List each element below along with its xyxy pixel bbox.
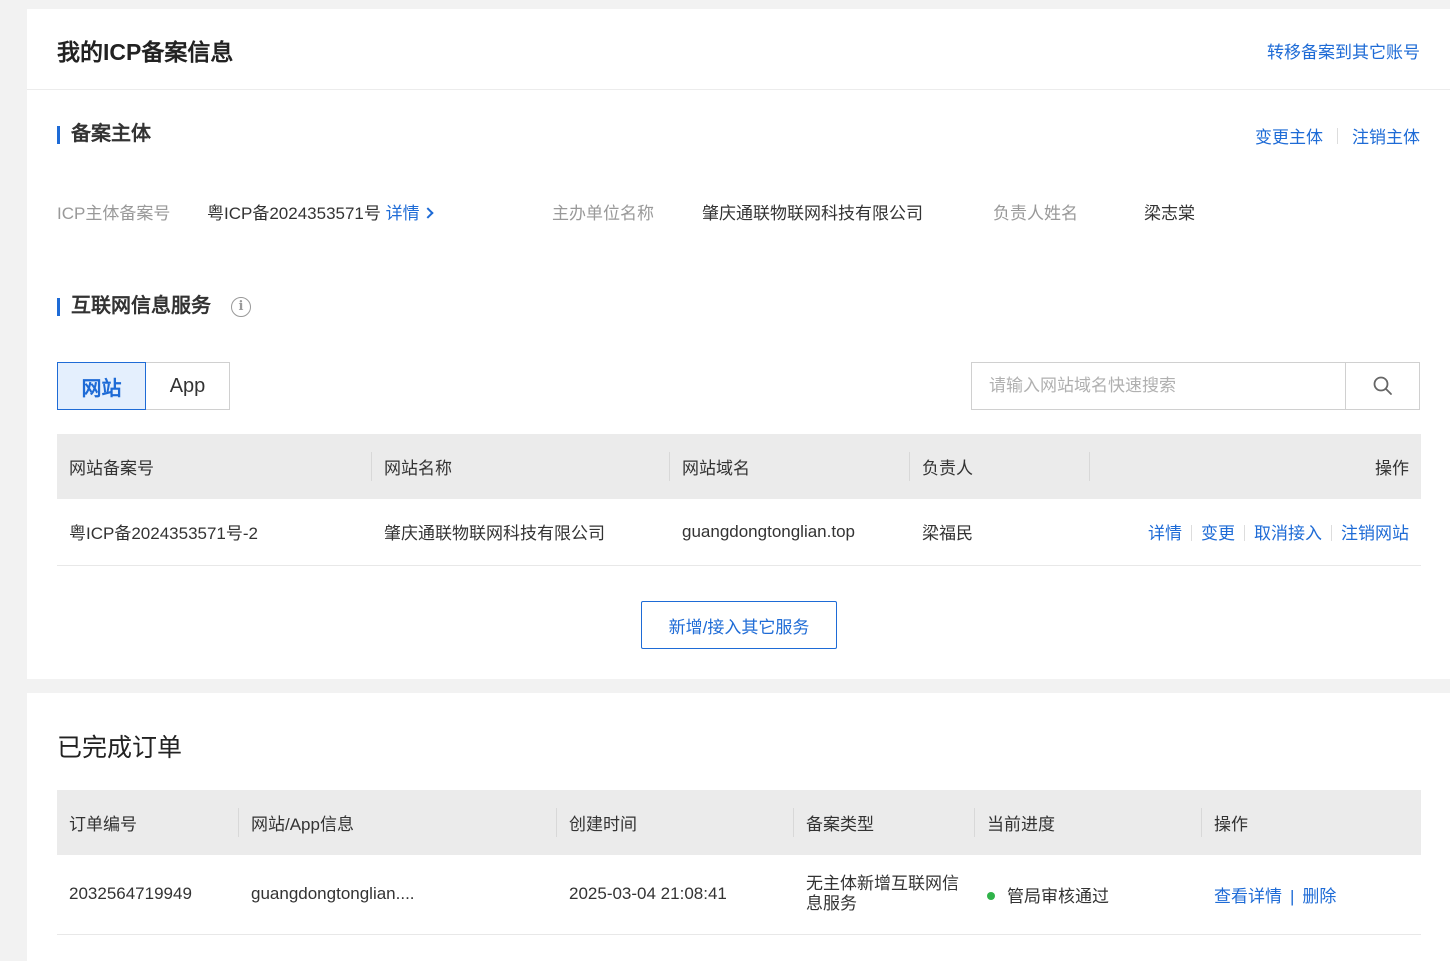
col-header-domain: 网站域名 — [670, 434, 910, 499]
org-value: 肇庆通联物联网科技有限公司 — [702, 204, 923, 223]
col-header-actions: 操作 — [1090, 434, 1421, 499]
tab-app[interactable]: App — [146, 362, 230, 410]
website-table: 网站备案号 网站名称 网站域名 负责人 操作 粤ICP备2024353571号-… — [57, 434, 1421, 566]
cell-created: 2025-03-04 21:08:41 — [557, 855, 794, 935]
icp-value: 粤ICP备2024353571号 详情 — [207, 199, 434, 224]
table-row: 粤ICP备2024353571号-2 肇庆通联物联网科技有限公司 guangdo… — [57, 499, 1421, 566]
site-change-link[interactable]: 变更 — [1201, 519, 1235, 544]
col-header-name: 网站名称 — [372, 434, 670, 499]
cell-type: 无主体新增互联网信息服务 — [794, 855, 975, 935]
col-header-status: 当前进度 — [975, 790, 1202, 855]
completed-orders-card: 已完成订单 订单编号 网站/App信息 创建时间 备案类型 当前进度 操作 20… — [27, 693, 1450, 961]
cell-site-name: 肇庆通联物联网科技有限公司 — [372, 499, 670, 566]
page-header: 我的ICP备案信息 转移备案到其它账号 — [27, 9, 1450, 90]
divider — [1331, 525, 1332, 542]
view-detail-link[interactable]: 查看详情 — [1214, 887, 1282, 906]
col-header-created: 创建时间 — [557, 790, 794, 855]
cell-actions: 详情 变更 取消接入 注销网站 — [1090, 499, 1421, 566]
transfer-record-link[interactable]: 转移备案到其它账号 — [1267, 38, 1420, 63]
add-service-button[interactable]: 新增/接入其它服务 — [641, 601, 837, 649]
cell-owner: 梁福民 — [910, 499, 1090, 566]
subject-actions: 变更主体 注销主体 — [1255, 123, 1420, 148]
col-header-type: 备案类型 — [794, 790, 975, 855]
icp-number: 粤ICP备2024353571号 — [207, 204, 381, 223]
icp-label: ICP主体备案号 — [57, 204, 171, 223]
chevron-right-icon — [421, 207, 434, 219]
icp-detail-link[interactable]: 详情 — [385, 204, 434, 223]
divider — [1191, 525, 1192, 542]
service-tabs: 网站 App — [57, 362, 230, 410]
col-header-owner: 负责人 — [910, 434, 1090, 499]
col-header-actions: 操作 — [1202, 790, 1421, 855]
col-header-order-no: 订单编号 — [57, 790, 239, 855]
domain-search-input[interactable] — [972, 363, 1345, 409]
cell-icp: 粤ICP备2024353571号-2 — [57, 499, 372, 566]
status-text: 管局审核通过 — [1007, 886, 1109, 906]
subject-section-title: 备案主体 — [57, 123, 151, 145]
detail-link-label: 详情 — [385, 204, 420, 223]
internet-service-section-title: 互联网信息服务 — [57, 295, 211, 317]
cell-actions: 查看详情 | 删除 — [1202, 855, 1421, 935]
org-label: 主办单位名称 — [552, 204, 654, 223]
table-row: 2032564719949 guangdongtonglian.... 2025… — [57, 855, 1421, 935]
cell-info: guangdongtonglian.... — [239, 855, 557, 935]
cancel-subject-link[interactable]: 注销主体 — [1352, 123, 1420, 148]
tab-website[interactable]: 网站 — [57, 362, 146, 410]
cell-status: 管局审核通过 — [975, 855, 1202, 935]
divider — [1244, 525, 1245, 542]
owner-value: 梁志棠 — [1144, 204, 1195, 223]
page-title: 我的ICP备案信息 — [57, 39, 234, 65]
divider — [1337, 127, 1338, 144]
orders-title: 已完成订单 — [57, 734, 183, 762]
site-detail-link[interactable]: 详情 — [1148, 519, 1182, 544]
cell-order-no: 2032564719949 — [57, 855, 239, 935]
info-icon[interactable]: i — [231, 297, 251, 317]
delete-link[interactable]: 删除 — [1302, 887, 1336, 906]
owner-label: 负责人姓名 — [993, 204, 1078, 223]
icp-info-card: 我的ICP备案信息 转移备案到其它账号 备案主体 变更主体 注销主体 ICP主体… — [27, 9, 1450, 679]
search-icon — [1373, 376, 1392, 395]
search-button[interactable] — [1345, 363, 1419, 409]
status-dot-icon — [987, 891, 995, 900]
domain-search — [971, 362, 1420, 410]
table-header-row: 网站备案号 网站名称 网站域名 负责人 操作 — [57, 434, 1421, 499]
divider: | — [1290, 886, 1295, 906]
cancel-access-link[interactable]: 取消接入 — [1254, 519, 1322, 544]
change-subject-link[interactable]: 变更主体 — [1255, 123, 1323, 148]
col-header-info: 网站/App信息 — [239, 790, 557, 855]
cancel-website-link[interactable]: 注销网站 — [1341, 519, 1409, 544]
table-header-row: 订单编号 网站/App信息 创建时间 备案类型 当前进度 操作 — [57, 790, 1421, 855]
orders-table: 订单编号 网站/App信息 创建时间 备案类型 当前进度 操作 20325647… — [57, 790, 1421, 935]
cell-domain: guangdongtonglian.top — [670, 499, 910, 566]
col-header-icp: 网站备案号 — [57, 434, 372, 499]
